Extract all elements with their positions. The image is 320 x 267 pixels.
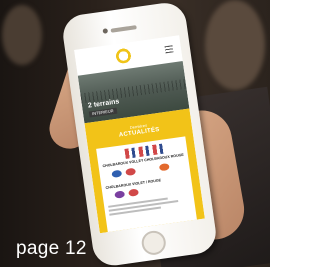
smartphone: 2 terrains INTERIEUR Dernières ACTUALITÉ…	[60, 0, 219, 267]
team-logo	[111, 169, 123, 178]
photo-background: 2 terrains INTERIEUR Dernières ACTUALITÉ…	[0, 0, 270, 267]
team-logo	[128, 188, 140, 197]
home-button[interactable]	[140, 229, 168, 257]
menu-icon[interactable]	[164, 45, 174, 54]
team-logo	[158, 162, 170, 172]
background-blur	[2, 5, 42, 65]
team-logo	[125, 167, 137, 177]
logo	[112, 45, 135, 65]
phone-screen: 2 terrains INTERIEUR Dernières ACTUALITÉ…	[74, 35, 205, 234]
camera-icon	[102, 28, 109, 34]
hero-badge: INTERIEUR	[88, 107, 117, 118]
speaker	[110, 25, 137, 33]
news-card[interactable]: CHOLBAROUX VOLLEY CHOLBAROUX ROUGE CHOLB…	[96, 136, 197, 233]
background-blur	[205, 0, 265, 90]
net	[80, 78, 187, 104]
news-section: Dernières ACTUALITÉS CHOLBAROUX VOLLEY C…	[84, 108, 205, 234]
page-caption: page 12	[16, 238, 87, 259]
team-logo	[114, 190, 126, 199]
